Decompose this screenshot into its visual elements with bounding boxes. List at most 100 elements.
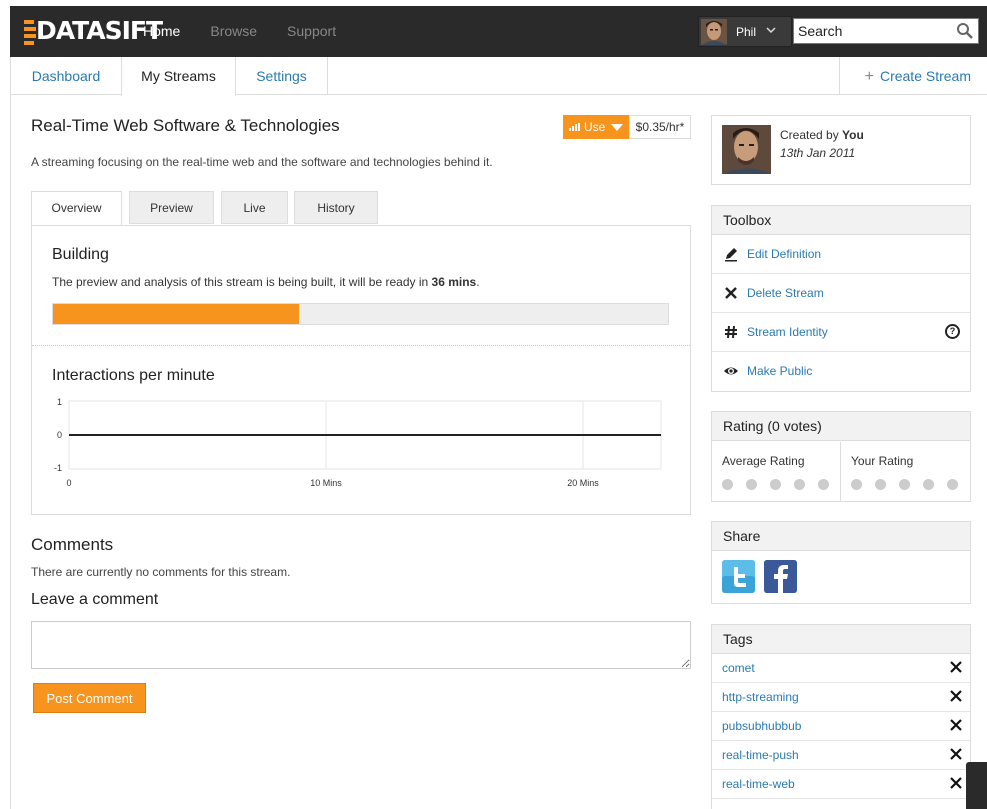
search-box [793, 18, 979, 44]
tab-my-streams[interactable]: My Streams [121, 57, 236, 96]
post-comment-button[interactable]: Post Comment [33, 683, 146, 713]
chevron-down-icon [766, 25, 776, 38]
tag-link[interactable]: real-time-web [722, 777, 795, 791]
share-panel: Share [711, 521, 971, 604]
building-text: The preview and analysis of this stream … [52, 275, 480, 289]
remove-tag-icon[interactable] [950, 690, 962, 702]
tag-link[interactable]: pubsubhubbub [722, 719, 801, 733]
create-stream-button[interactable]: + Create Stream [865, 57, 971, 96]
caret-down-icon [611, 123, 624, 131]
your-rating-label: Your Rating [851, 454, 914, 468]
user-avatar [701, 19, 727, 45]
price-badge: $0.35/hr* [629, 115, 691, 139]
toolbox-item-public[interactable]: Make Public [712, 352, 970, 391]
creator-name: You [842, 128, 864, 142]
x-tick-label: 0 [66, 478, 71, 488]
nav-support[interactable]: Support [272, 6, 351, 57]
feedback-tab[interactable] [966, 762, 987, 809]
tab-live[interactable]: Live [221, 191, 288, 224]
y-tick-label: 1 [57, 397, 62, 407]
remove-tag-icon[interactable] [950, 748, 962, 760]
creator-card: Created by You 13th Jan 2011 [711, 115, 971, 185]
x-tick-label: 20 Mins [567, 478, 599, 488]
signal-bars-icon [569, 123, 580, 131]
toolbox-item-identity[interactable]: Stream Identity ? [712, 313, 970, 352]
average-rating-label: Average Rating [722, 454, 805, 468]
tab-divider [839, 57, 840, 95]
leave-comment-heading: Leave a comment [31, 591, 159, 608]
toolbox-item-delete[interactable]: Delete Stream [712, 274, 970, 313]
toolbox-heading: Toolbox [712, 206, 970, 235]
search-input[interactable] [798, 20, 948, 42]
rating-dot [947, 479, 958, 490]
ready-time: 36 mins [431, 275, 477, 289]
nav-home[interactable]: Home [128, 6, 195, 57]
toolbox-panel: Toolbox Edit Definition Delete Stream St… [711, 205, 971, 392]
average-rating-dots [722, 479, 829, 490]
use-stream-button[interactable]: Use [563, 115, 629, 139]
use-label: Use [584, 120, 606, 134]
user-name: Phil [736, 25, 757, 39]
rating-dot [746, 479, 757, 490]
building-title: Building [52, 246, 109, 263]
user-menu[interactable]: Phil [698, 16, 792, 47]
rating-panel: Rating (0 votes) Average Rating Your Rat… [711, 411, 971, 502]
created-by-text: Created by You [780, 128, 864, 142]
rating-dot [794, 479, 805, 490]
tag-item: real-time-web [712, 770, 970, 799]
tag-link[interactable]: real-time-push [722, 748, 799, 762]
rating-dot [899, 479, 910, 490]
tag-link[interactable]: comet [722, 661, 755, 675]
help-icon[interactable]: ? [945, 324, 960, 339]
y-tick-label: 0 [57, 430, 62, 440]
toolbox-item-edit[interactable]: Edit Definition [712, 235, 970, 274]
rating-dot [923, 479, 934, 490]
twitter-icon[interactable] [722, 560, 755, 593]
create-stream-label: Create Stream [879, 68, 971, 84]
section-divider [32, 345, 690, 346]
toolbox-item-label: Edit Definition [747, 247, 822, 261]
toolbox-item-label: Make Public [747, 364, 813, 378]
toolbox-item-label: Delete Stream [747, 286, 824, 300]
tab-dashboard[interactable]: Dashboard [11, 57, 121, 95]
facebook-icon[interactable] [764, 560, 797, 593]
top-nav: Home Browse Support [128, 6, 351, 57]
page-border [10, 95, 11, 809]
tab-history[interactable]: History [294, 191, 378, 224]
rating-dot [722, 479, 733, 490]
tab-settings[interactable]: Settings [236, 57, 327, 95]
tags-panel: Tags comet http-streaming pubsubhubbub r… [711, 624, 971, 809]
stream-description: A streaming focusing on the real-time we… [31, 155, 493, 169]
tag-item: comet [712, 654, 970, 683]
y-tick-label: -1 [54, 463, 62, 473]
hash-icon [723, 324, 739, 340]
rating-heading: Rating (0 votes) [712, 412, 970, 441]
comments-heading: Comments [31, 535, 114, 554]
remove-tag-icon[interactable] [950, 777, 962, 789]
your-rating: Your Rating [841, 442, 970, 502]
nav-browse[interactable]: Browse [195, 6, 272, 57]
tag-link[interactable]: http-streaming [722, 690, 799, 704]
tab-preview[interactable]: Preview [129, 191, 214, 224]
creator-avatar [722, 125, 771, 174]
rating-dot [818, 479, 829, 490]
your-rating-dots[interactable] [851, 479, 958, 490]
remove-tag-icon[interactable] [950, 719, 962, 731]
rating-dot [851, 479, 862, 490]
x-tick-label: 10 Mins [310, 478, 342, 488]
section-tabs: Dashboard My Streams Settings + Create St… [10, 57, 987, 96]
tags-heading: Tags [712, 625, 970, 654]
rating-dot [770, 479, 781, 490]
plus-icon: + [864, 68, 874, 85]
share-heading: Share [712, 522, 970, 551]
rating-dot [875, 479, 886, 490]
tag-item: real-time-push [712, 741, 970, 770]
comment-input[interactable] [31, 621, 691, 669]
remove-tag-icon[interactable] [950, 661, 962, 673]
average-rating: Average Rating [712, 442, 841, 502]
tab-overview[interactable]: Overview [31, 191, 122, 226]
eye-icon [723, 363, 739, 379]
pencil-icon [723, 246, 739, 262]
search-icon[interactable] [956, 22, 974, 40]
tag-item: pubsubhubbub [712, 712, 970, 741]
